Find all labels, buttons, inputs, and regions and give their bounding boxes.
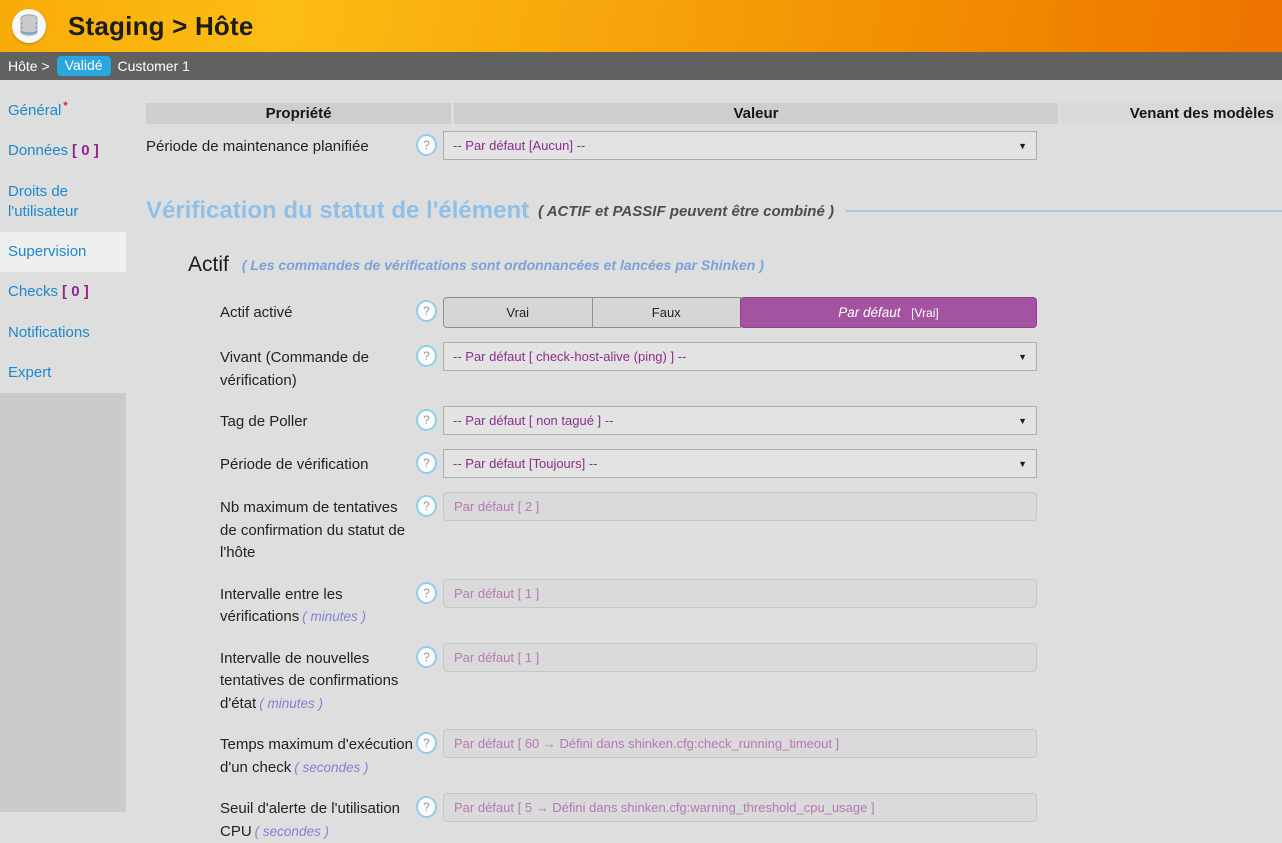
option-false-button[interactable]: Faux xyxy=(592,297,742,328)
help-icon[interactable]: ? xyxy=(416,409,437,431)
option-true-button[interactable]: Vrai xyxy=(443,297,593,328)
help-icon[interactable]: ? xyxy=(416,134,437,156)
subsection-title: Actif xyxy=(188,253,229,277)
poller-tag-select[interactable]: -- Par défaut [ non tagué ] -- ▼ xyxy=(443,406,1037,435)
help-icon[interactable]: ? xyxy=(416,495,437,517)
count-badge: [ 0 ] xyxy=(62,283,89,300)
page-title: Staging > Hôte xyxy=(68,11,254,42)
check-timeout-input[interactable] xyxy=(443,729,1037,758)
table-header: Propriété Valeur Venant des modèles xyxy=(146,103,1282,124)
section-title: Vérification du statut de l'élément xyxy=(146,197,529,225)
row-cpu-warning-threshold: Seuil d'alerte de l'utilisation CPU( sec… xyxy=(146,793,1282,843)
sidebar-item-supervision[interactable]: Supervision xyxy=(0,232,126,272)
sidebar-item-checks[interactable]: Checks[ 0 ] xyxy=(0,272,126,312)
check-interval-input[interactable] xyxy=(443,579,1037,608)
row-poller-tag: Tag de Poller ? -- Par défaut [ non tagu… xyxy=(146,406,1282,435)
field-unit: ( minutes ) xyxy=(259,696,323,711)
breadcrumb: Hôte > Validé Customer 1 xyxy=(0,52,1282,80)
retry-interval-input[interactable] xyxy=(443,643,1037,672)
field-label: Période de maintenance planifiée xyxy=(146,138,369,155)
option-default-button[interactable]: Par défaut [Vrai] xyxy=(740,297,1037,328)
field-unit: ( secondes ) xyxy=(255,824,329,839)
alive-command-select[interactable]: -- Par défaut [ check-host-alive (ping) … xyxy=(443,342,1037,371)
column-header-value: Valeur xyxy=(454,103,1058,124)
database-icon xyxy=(12,9,46,43)
row-active-enabled: Actif activé ? Vrai Faux Par défaut [Vra… xyxy=(146,297,1282,328)
help-icon[interactable]: ? xyxy=(416,345,437,367)
row-check-timeout: Temps maximum d'exécution d'un check( se… xyxy=(146,729,1282,779)
main-content: Propriété Valeur Venant des modèles Péri… xyxy=(126,80,1282,812)
sidebar-filler xyxy=(0,393,126,812)
row-max-check-attempts: Nb maximum de tentatives de confirmation… xyxy=(146,492,1282,565)
row-retry-interval: Intervalle de nouvelles tentatives de co… xyxy=(146,643,1282,716)
row-maintenance-period: Période de maintenance planifiée ? -- Pa… xyxy=(146,131,1282,160)
column-header-property: Propriété xyxy=(146,103,451,124)
selected-value: -- Par défaut [ check-host-alive (ping) … xyxy=(453,349,686,364)
subsection-active: Actif ( Les commandes de vérifications s… xyxy=(188,253,1282,277)
status-badge: Validé xyxy=(57,56,111,76)
help-icon[interactable]: ? xyxy=(416,582,437,604)
max-check-attempts-input[interactable] xyxy=(443,492,1037,521)
sidebar-item-expert[interactable]: Expert xyxy=(0,353,126,393)
check-period-select[interactable]: -- Par défaut [Toujours] -- ▼ xyxy=(443,449,1037,478)
row-check-period: Période de vérification ? -- Par défaut … xyxy=(146,449,1282,478)
subsection-note: ( Les commandes de vérifications sont or… xyxy=(242,257,764,273)
chevron-down-icon: ▼ xyxy=(1018,459,1027,469)
app-header: Staging > Hôte xyxy=(0,0,1282,52)
sidebar-item-donnees[interactable]: Données[ 0 ] xyxy=(0,131,126,171)
chevron-down-icon: ▼ xyxy=(1018,416,1027,426)
breadcrumb-item: Customer 1 xyxy=(118,58,190,74)
selected-value: -- Par défaut [ non tagué ] -- xyxy=(453,413,613,428)
required-marker: * xyxy=(63,100,67,112)
field-label: Tag de Poller xyxy=(220,413,308,430)
count-badge: [ 0 ] xyxy=(72,142,99,159)
help-icon[interactable]: ? xyxy=(416,646,437,668)
chevron-down-icon: ▼ xyxy=(1018,352,1027,362)
field-unit: ( secondes ) xyxy=(294,760,368,775)
row-alive-command: Vivant (Commande de vérification) ? -- P… xyxy=(146,342,1282,392)
cpu-warning-threshold-input[interactable] xyxy=(443,793,1037,822)
field-label: Vivant (Commande de vérification) xyxy=(220,349,369,389)
chevron-down-icon: ▼ xyxy=(1018,141,1027,151)
divider xyxy=(846,210,1282,212)
selected-value: -- Par défaut [Toujours] -- xyxy=(453,456,598,471)
help-icon[interactable]: ? xyxy=(416,796,437,818)
selected-value: -- Par défaut [Aucun] -- xyxy=(453,138,585,153)
row-check-interval: Intervalle entre les vérifications( minu… xyxy=(146,579,1282,629)
sidebar: Général* Données[ 0 ] Droits de l'utilis… xyxy=(0,80,126,812)
column-header-templates: Venant des modèles xyxy=(1061,103,1282,124)
field-label: Nb maximum de tentatives de confirmation… xyxy=(220,499,405,561)
active-enabled-toggle: Vrai Faux Par défaut [Vrai] xyxy=(443,297,1037,328)
field-label: Période de vérification xyxy=(220,456,368,473)
section-note: ( ACTIF et PASSIF peuvent être combiné ) xyxy=(538,203,834,220)
help-icon[interactable]: ? xyxy=(416,452,437,474)
help-icon[interactable]: ? xyxy=(416,300,437,322)
maintenance-period-select[interactable]: -- Par défaut [Aucun] -- ▼ xyxy=(443,131,1037,160)
breadcrumb-root[interactable]: Hôte > xyxy=(8,58,50,74)
section-status-check: Vérification du statut de l'élément ( AC… xyxy=(146,197,1282,225)
help-icon[interactable]: ? xyxy=(416,732,437,754)
sidebar-item-notifications[interactable]: Notifications xyxy=(0,313,126,353)
field-unit: ( minutes ) xyxy=(302,609,366,624)
field-label: Actif activé xyxy=(220,304,293,321)
sidebar-item-droits-utilisateur[interactable]: Droits de l'utilisateur xyxy=(0,172,126,233)
sidebar-item-general[interactable]: Général* xyxy=(0,89,126,131)
